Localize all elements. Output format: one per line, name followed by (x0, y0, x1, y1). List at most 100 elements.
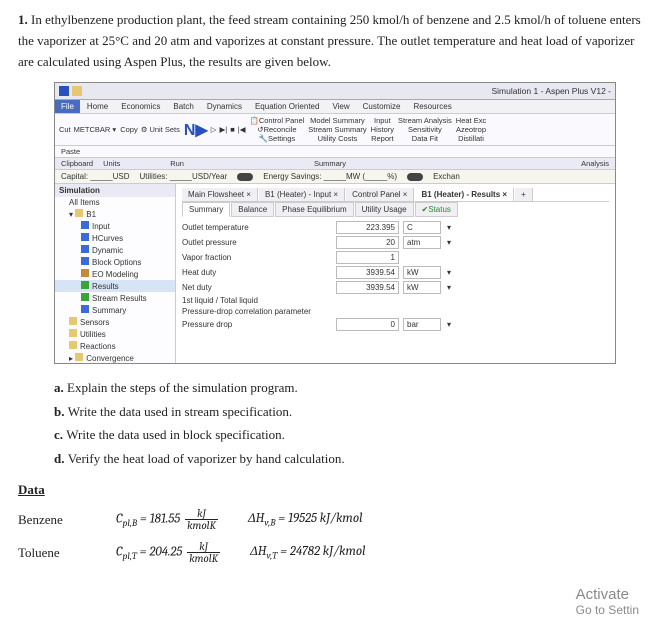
r6-label: 1st liquid / Total liquid (182, 296, 332, 305)
r4-label: Heat duty (182, 268, 332, 277)
part-c: c. Write the data used in block specific… (54, 423, 645, 446)
stream-summary-button[interactable]: Stream Summary (308, 125, 366, 134)
r4-value: 3939.54 (336, 266, 399, 279)
tree-sresults[interactable]: Stream Results (55, 292, 175, 304)
tree-results[interactable]: Results (55, 280, 175, 292)
copy-button[interactable]: Copy (120, 125, 138, 134)
sim-header: Simulation (55, 184, 175, 197)
r1-unit[interactable]: C (403, 221, 441, 234)
tree-utilities[interactable]: Utilities (55, 328, 175, 340)
toluene-name: Toluene (18, 545, 88, 561)
r4-unit[interactable]: kW (403, 266, 441, 279)
stop-icon[interactable]: ■ (230, 125, 235, 134)
subtab-phase[interactable]: Phase Equilibrium (275, 202, 353, 217)
all-items[interactable]: All Items (55, 197, 175, 208)
report-button[interactable]: Report (371, 134, 394, 143)
control-panel-button[interactable]: Control Panel (259, 116, 304, 125)
tree-hcurves[interactable]: HCurves (55, 232, 175, 244)
subtab-summary[interactable]: Summary (182, 202, 230, 217)
toluene-dh: ΔHv,T = 24782 kJ/kmol (250, 543, 365, 562)
question-text: In ethylbenzene production plant, the fe… (18, 12, 641, 69)
r1-value: 223.395 (336, 221, 399, 234)
toluene-cp: Cpl,T = 204.25 kJkmolK (116, 541, 222, 564)
tree-convergence[interactable]: ▸ Convergence (55, 352, 175, 364)
tab-economics[interactable]: Economics (115, 100, 166, 113)
tab-dynamics[interactable]: Dynamics (201, 100, 248, 113)
tree-sensors[interactable]: Sensors (55, 316, 175, 328)
r5-unit[interactable]: kW (403, 281, 441, 294)
tab-home[interactable]: Home (81, 100, 114, 113)
benzene-name: Benzene (18, 512, 88, 528)
next-icon[interactable]: N▶ (184, 120, 208, 140)
window-title: Simulation 1 - Aspen Plus V12 - (491, 86, 611, 96)
ribbon-tabs: File Home Economics Batch Dynamics Equat… (55, 100, 615, 114)
unit-sets-button[interactable]: ⚙Unit Sets (141, 125, 180, 134)
tree-input[interactable]: Input (55, 220, 175, 232)
r3-value: 1 (336, 251, 399, 264)
tab-file[interactable]: File (55, 100, 80, 113)
subtab-balance[interactable]: Balance (231, 202, 274, 217)
subtab-status[interactable]: ✔Status (415, 202, 458, 217)
data-fit-button[interactable]: Data Fit (412, 134, 438, 143)
tab-heater-results[interactable]: B1 (Heater) - Results × (415, 188, 514, 201)
sensitivity-button[interactable]: Sensitivity (408, 125, 442, 134)
tab-customize[interactable]: Customize (357, 100, 407, 113)
r2-unit[interactable]: atm (403, 236, 441, 249)
r8-unit[interactable]: bar (403, 318, 441, 331)
history-button[interactable]: History (371, 125, 394, 134)
cut-button[interactable]: Cut (59, 125, 71, 134)
tab-control-panel[interactable]: Control Panel × (346, 188, 414, 201)
tab-plus[interactable]: + (515, 188, 533, 201)
metcbar-dropdown[interactable]: METCBAR (74, 125, 111, 134)
tab-resources[interactable]: Resources (407, 100, 457, 113)
tree-eomod[interactable]: EO Modeling (55, 268, 175, 280)
play-icon[interactable]: ▷ (211, 125, 217, 134)
title-bar: Simulation 1 - Aspen Plus V12 - (55, 83, 615, 100)
stream-analysis-button[interactable]: Stream Analysis (398, 116, 452, 125)
result-subtabs: Summary Balance Phase Equilibrium Utilit… (182, 202, 609, 217)
toggle-1[interactable] (237, 173, 253, 181)
part-d: d. Verify the heat load of vaporizer by … (54, 447, 645, 470)
r8-value: 0 (336, 318, 399, 331)
app-icon (59, 86, 69, 96)
subtab-utility[interactable]: Utility Usage (355, 202, 414, 217)
tab-batch[interactable]: Batch (167, 100, 199, 113)
toggle-2[interactable] (407, 173, 423, 181)
tab-eqo[interactable]: Equation Oriented (249, 100, 326, 113)
exchangers-label: Exchan (433, 172, 460, 181)
r3-label: Vapor fraction (182, 253, 332, 262)
input-button[interactable]: Input (374, 116, 391, 125)
tab-main-flowsheet[interactable]: Main Flowsheet × (182, 188, 258, 201)
tree-block[interactable]: Block Options (55, 256, 175, 268)
r5-value: 3939.54 (336, 281, 399, 294)
question-parts: a. Explain the steps of the simulation p… (54, 376, 645, 470)
heat-exc-button[interactable]: Heat Exc (456, 116, 486, 125)
paste-button[interactable]: Paste (55, 146, 86, 157)
settings-button[interactable]: Settings (268, 134, 295, 143)
part-b: b. Write the data used in stream specifi… (54, 400, 645, 423)
r1-label: Outlet temperature (182, 223, 332, 232)
reset-icon[interactable]: |◀ (238, 125, 246, 134)
utility-costs-button[interactable]: Utility Costs (318, 134, 358, 143)
part-a: a. Explain the steps of the simulation p… (54, 376, 645, 399)
save-icon[interactable] (72, 86, 82, 96)
data-header: Data (18, 482, 645, 498)
benzene-row: Benzene Cpl,B = 181.55 kJkmolK ΔHv,B = 1… (18, 508, 645, 531)
azeotrop-button[interactable]: Azeotrop (456, 125, 486, 134)
tree-dynamic[interactable]: Dynamic (55, 244, 175, 256)
tab-view[interactable]: View (326, 100, 355, 113)
ribbon-toolbar: Cut METCBAR ▾ Copy ⚙Unit Sets N▶ ▷ ▶| ■ … (55, 114, 615, 146)
tree-summary[interactable]: Summary (55, 304, 175, 316)
tree-reactions[interactable]: Reactions (55, 340, 175, 352)
capital-label: Capital: _____USD (61, 172, 129, 181)
results-table: Outlet temperature223.395C▾ Outlet press… (182, 221, 609, 331)
tab-heater-input[interactable]: B1 (Heater) - Input × (259, 188, 345, 201)
step-icon[interactable]: ▶| (220, 125, 228, 134)
aspen-screenshot: Simulation 1 - Aspen Plus V12 - File Hom… (54, 82, 616, 364)
distillati-button[interactable]: Distillati (458, 134, 484, 143)
r5-label: Net duty (182, 283, 332, 292)
model-summary-button[interactable]: Model Summary (310, 116, 365, 125)
r2-value: 20 (336, 236, 399, 249)
benzene-cp: Cpl,B = 181.55 kJkmolK (116, 508, 220, 531)
tree-b1[interactable]: ▾ B1 (55, 208, 175, 220)
